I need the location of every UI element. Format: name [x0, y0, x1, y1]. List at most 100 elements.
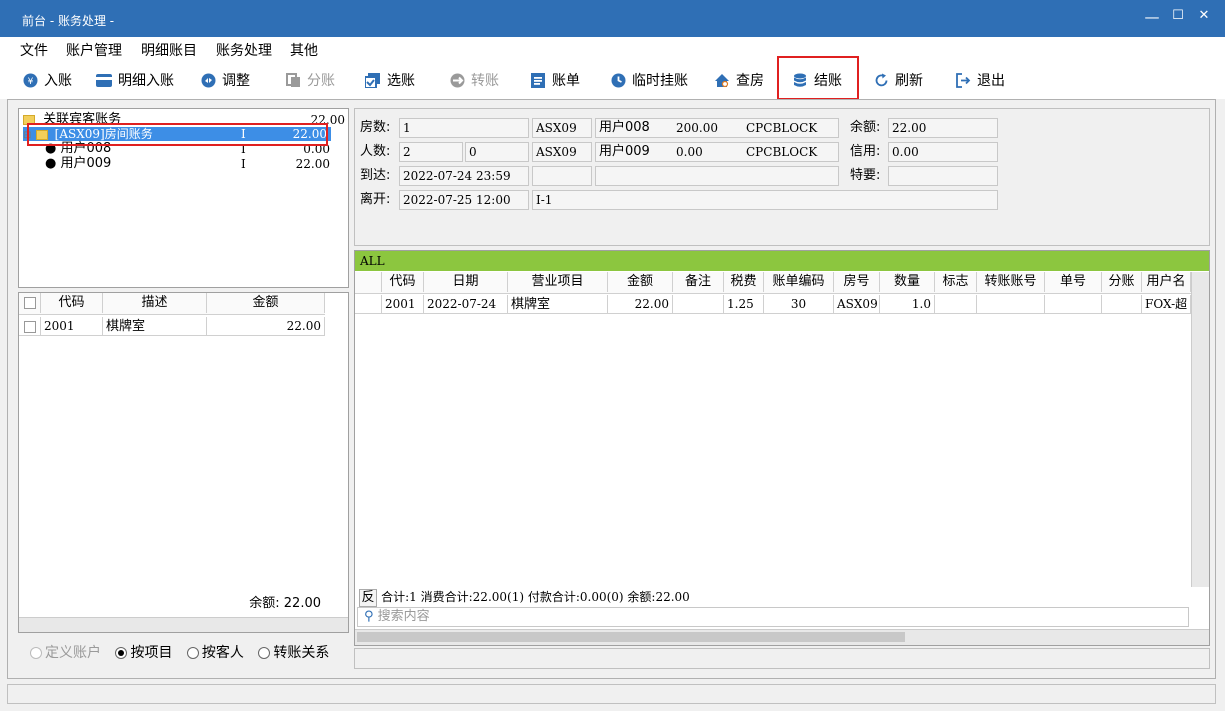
guest2-room-field[interactable]: ASX09 [532, 142, 592, 162]
split-button[interactable]: 分账 [285, 70, 335, 90]
adjust-button[interactable]: 调整 [200, 70, 250, 90]
persons-field[interactable]: 2 [399, 142, 463, 162]
info-panel: 房数: 1 人数: 2 0 到达: 2022-07-24 23:59 离开: 2… [354, 108, 1210, 246]
refresh-button[interactable]: 刷新 [873, 70, 923, 90]
guest2-field[interactable]: 用户009 0.00 CPCBLOCK [595, 142, 839, 162]
transfer-label: 转账 [471, 73, 499, 89]
col-split[interactable]: 分账 [1102, 272, 1142, 292]
temp-hang-button[interactable]: 临时挂账 [610, 70, 688, 90]
search-input[interactable]: ⚲ 搜索内容 [357, 607, 1189, 627]
items-balance: 余额: 22.00 [249, 596, 321, 611]
guest2-amount: 0.00 [676, 145, 703, 159]
bullet-icon: ● [45, 156, 57, 171]
items-table-header: 代码 描述 金额 [19, 293, 325, 315]
menu-file[interactable]: 文件 [20, 40, 48, 60]
bottom-bar [354, 648, 1210, 669]
transfer-button[interactable]: 转账 [449, 70, 499, 90]
guest1-code: CPCBLOCK [746, 121, 818, 135]
tree-user-amount: 22.00 [295, 157, 330, 171]
cell-date: 2022-07-24 [424, 295, 508, 314]
bill-icon [530, 72, 546, 88]
depart-field[interactable]: 2022-07-25 12:00 [399, 190, 529, 210]
guest1-name: 用户008 [599, 120, 650, 135]
table-row[interactable]: 2001 2022-07-24 棋牌室 22.00 1.25 30 ASX09 … [355, 295, 1191, 315]
menu-bar: 文件 账户管理 明细账目 账务处理 其他 [0, 37, 1225, 61]
col-flag[interactable]: 标志 [935, 272, 977, 292]
col-date[interactable]: 日期 [424, 272, 508, 292]
persons-extra-field[interactable]: 0 [465, 142, 529, 162]
col-bill-code[interactable]: 账单编码 [764, 272, 834, 292]
bill-button[interactable]: 账单 [530, 70, 580, 90]
menu-other[interactable]: 其他 [290, 40, 318, 60]
select-all-checkbox[interactable] [23, 296, 36, 309]
cell-amount: 22.00 [608, 295, 673, 314]
col-amount[interactable]: 金额 [608, 272, 673, 292]
depart-extra-field[interactable]: I-1 [532, 190, 998, 210]
row-checkbox[interactable] [23, 320, 36, 333]
rooms-label: 房数: [360, 120, 391, 135]
guest3-field[interactable] [595, 166, 839, 186]
credit-field[interactable]: 0.00 [888, 142, 998, 162]
close-button[interactable]: ✕ [1194, 8, 1214, 23]
tree-user-flag: I [241, 157, 246, 171]
col-code[interactable]: 代码 [382, 272, 424, 292]
search-icon: ⚲ [364, 609, 374, 624]
guest1-room-field[interactable]: ASX09 [532, 118, 592, 138]
minimize-button[interactable]: — [1142, 8, 1162, 26]
arrive-extra-field[interactable] [532, 166, 592, 186]
balance-field[interactable]: 22.00 [888, 118, 998, 138]
h-scrollbar[interactable] [19, 617, 348, 632]
exit-button[interactable]: 退出 [955, 70, 1005, 90]
col-quantity[interactable]: 数量 [880, 272, 935, 292]
post-button[interactable]: ¥ 入账 [22, 70, 72, 90]
arrive-field[interactable]: 2022-07-24 23:59 [399, 166, 529, 186]
radio-by-item[interactable]: 按项目 [115, 645, 172, 661]
detail-post-button[interactable]: 明细入账 [96, 70, 174, 90]
checkout-highlight [777, 56, 859, 100]
col-transfer-account[interactable]: 转账账号 [977, 272, 1045, 292]
rooms-field[interactable]: 1 [399, 118, 529, 138]
grid-header: 代码 日期 营业项目 金额 备注 税费 账单编码 房号 数量 标志 转账账号 单… [355, 272, 1191, 294]
guest1-amount: 200.00 [676, 121, 718, 135]
guest1-field[interactable]: 用户008 200.00 CPCBLOCK [595, 118, 839, 138]
col-remark[interactable]: 备注 [673, 272, 724, 292]
svg-text:¥: ¥ [27, 77, 33, 87]
credit-label: 信用: [850, 144, 881, 159]
col-tax[interactable]: 税费 [724, 272, 764, 292]
col-ticket-no[interactable]: 单号 [1045, 272, 1102, 292]
row-code: 2001 [41, 317, 103, 336]
col-room[interactable]: 房号 [834, 272, 880, 292]
header-code[interactable]: 代码 [41, 293, 103, 313]
tab-all[interactable]: ALL [355, 251, 1209, 271]
col-user[interactable]: 用户名 [1142, 272, 1191, 292]
radio-transfer-relation[interactable]: 转账关系 [258, 645, 329, 661]
radio-defined-account[interactable]: 定义账户 [30, 645, 101, 661]
header-desc[interactable]: 描述 [103, 293, 207, 313]
transactions-grid: ALL 代码 日期 营业项目 金额 备注 税费 账单编码 房号 数量 标志 转账… [354, 250, 1210, 646]
v-scrollbar[interactable] [1191, 272, 1209, 587]
depart-label: 离开: [360, 192, 391, 207]
cell-item: 棋牌室 [508, 295, 608, 314]
menu-account-mgmt[interactable]: 账户管理 [66, 40, 122, 60]
menu-billing[interactable]: 账务处理 [216, 40, 272, 60]
temp-hang-label: 临时挂账 [632, 73, 688, 89]
cell-code: 2001 [382, 295, 424, 314]
col-item[interactable]: 营业项目 [508, 272, 608, 292]
select-button[interactable]: 选账 [365, 70, 415, 90]
adjust-label: 调整 [222, 73, 250, 89]
menu-detail-items[interactable]: 明细账目 [141, 40, 197, 60]
radio-by-guest[interactable]: 按客人 [186, 645, 244, 661]
select-icon [365, 72, 381, 88]
maximize-button[interactable]: ☐ [1168, 8, 1188, 23]
tree-user-009[interactable]: ● 用户009 I 22.00 [45, 156, 330, 172]
bill-label: 账单 [552, 73, 580, 89]
check-room-button[interactable]: 查房 [714, 70, 764, 90]
header-amount[interactable]: 金额 [207, 293, 325, 313]
reverse-button[interactable]: 反 [359, 589, 377, 607]
row-indicator [355, 295, 382, 314]
balance-label: 余额: [850, 120, 881, 135]
special-field[interactable] [888, 166, 998, 186]
grid-h-scrollbar[interactable] [355, 629, 1209, 645]
grid-h-scroll-thumb[interactable] [357, 632, 905, 642]
cell-room: ASX09 [834, 295, 880, 314]
